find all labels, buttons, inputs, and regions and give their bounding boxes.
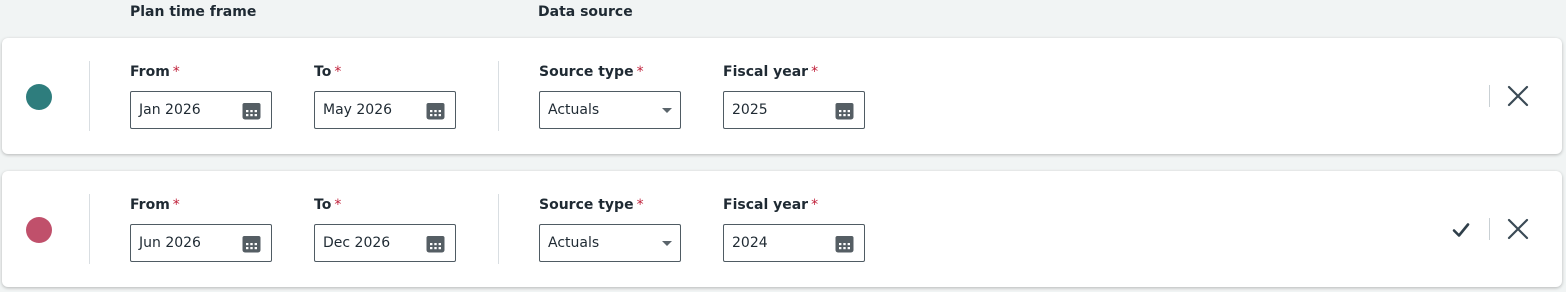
source-type-label: Source type * <box>539 64 644 80</box>
chevron-down-icon <box>662 241 672 246</box>
calendar-icon[interactable] <box>835 101 854 120</box>
section-header-data-source: Data source <box>538 4 633 20</box>
fiscal-year-label: Fiscal year * <box>723 64 819 80</box>
calendar-icon[interactable] <box>426 101 445 120</box>
fiscal-year-picker[interactable]: 2024 <box>723 224 865 262</box>
fiscal-year-picker[interactable]: 2025 <box>723 91 865 129</box>
to-value: May 2026 <box>323 102 393 118</box>
to-date-picker[interactable]: May 2026 <box>314 91 456 129</box>
chevron-down-icon <box>662 108 672 113</box>
source-type-value: Actuals <box>548 235 600 251</box>
action-divider <box>1489 85 1490 107</box>
divider <box>498 61 499 131</box>
checkmark-icon[interactable] <box>1450 220 1472 240</box>
range-card: From * Jan 2026 To * May 2026 Source type *… <box>2 38 1562 154</box>
from-label: From * <box>130 197 180 213</box>
divider <box>89 194 90 264</box>
divider <box>498 194 499 264</box>
from-value: Jun 2026 <box>139 235 201 251</box>
to-label: To * <box>314 197 342 213</box>
close-icon[interactable] <box>1504 215 1532 243</box>
fiscal-year-value: 2024 <box>732 235 768 251</box>
to-date-picker[interactable]: Dec 2026 <box>314 224 456 262</box>
from-date-picker[interactable]: Jun 2026 <box>130 224 272 262</box>
fiscal-year-value: 2025 <box>732 102 768 118</box>
calendar-icon[interactable] <box>242 101 261 120</box>
series-color-dot <box>26 84 52 110</box>
fiscal-year-label: Fiscal year * <box>723 197 819 213</box>
from-value: Jan 2026 <box>139 102 201 118</box>
source-type-label: Source type * <box>539 197 644 213</box>
from-date-picker[interactable]: Jan 2026 <box>130 91 272 129</box>
section-header-plan-time-frame: Plan time frame <box>130 4 257 20</box>
calendar-icon[interactable] <box>242 234 261 253</box>
calendar-icon[interactable] <box>426 234 445 253</box>
to-label: To * <box>314 64 342 80</box>
close-icon[interactable] <box>1504 82 1532 110</box>
source-type-value: Actuals <box>548 102 600 118</box>
range-card: From * Jun 2026 To * Dec 2026 Source type *… <box>2 171 1562 287</box>
action-divider <box>1489 218 1490 240</box>
to-value: Dec 2026 <box>323 235 391 251</box>
calendar-icon[interactable] <box>835 234 854 253</box>
source-type-select[interactable]: Actuals <box>539 91 681 129</box>
series-color-dot <box>26 217 52 243</box>
from-label: From * <box>130 64 180 80</box>
divider <box>89 61 90 131</box>
source-type-select[interactable]: Actuals <box>539 224 681 262</box>
